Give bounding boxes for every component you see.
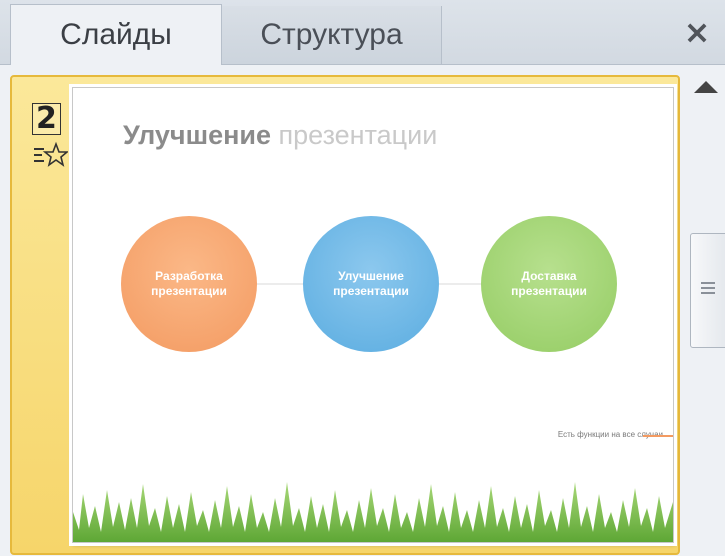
slide-title-light: презентации — [271, 120, 438, 150]
vertical-scrollbar[interactable] — [686, 75, 725, 555]
slide-preview: Улучшение презентации Разработка презент… — [72, 87, 674, 543]
circle-label-line2: презентации — [333, 284, 409, 298]
circle-label-line1: Доставка — [521, 269, 577, 283]
circle-label-line2: презентации — [511, 284, 587, 298]
slide-thumbnails-panel: 2 Улучшение презентации Разработка презе… — [0, 65, 725, 556]
slide-number: 2 — [32, 103, 61, 135]
grip-icon — [701, 282, 715, 294]
process-circle-develop: Разработка презентации — [121, 216, 257, 352]
circle-label-line1: Разработка — [155, 269, 223, 283]
footnote-accent-line — [643, 435, 673, 437]
close-icon: × — [683, 13, 711, 51]
circle-label-line1: Улучшение — [338, 269, 404, 283]
slide-animation-star-icon — [34, 141, 68, 167]
grass-decoration — [73, 482, 673, 542]
slide-title-bold: Улучшение — [123, 120, 272, 150]
tab-outline[interactable]: Структура — [222, 6, 442, 64]
close-pane-button[interactable]: × — [679, 13, 715, 51]
pane-tab-bar: Слайды Структура × — [0, 0, 725, 65]
process-circle-improve: Улучшение презентации — [303, 216, 439, 352]
slide-thumbnail-selected[interactable]: 2 Улучшение презентации Разработка презе… — [10, 75, 680, 555]
circle-label-line2: презентации — [151, 284, 227, 298]
tab-slides[interactable]: Слайды — [10, 4, 222, 65]
scrollbar-thumb[interactable] — [690, 233, 725, 348]
slide-title: Улучшение презентации — [123, 120, 437, 151]
slides-pane: Слайды Структура × 2 Улучшение презентац… — [0, 0, 725, 556]
process-circle-deliver: Доставка презентации — [481, 216, 617, 352]
scroll-up-arrow-icon[interactable] — [694, 81, 718, 93]
